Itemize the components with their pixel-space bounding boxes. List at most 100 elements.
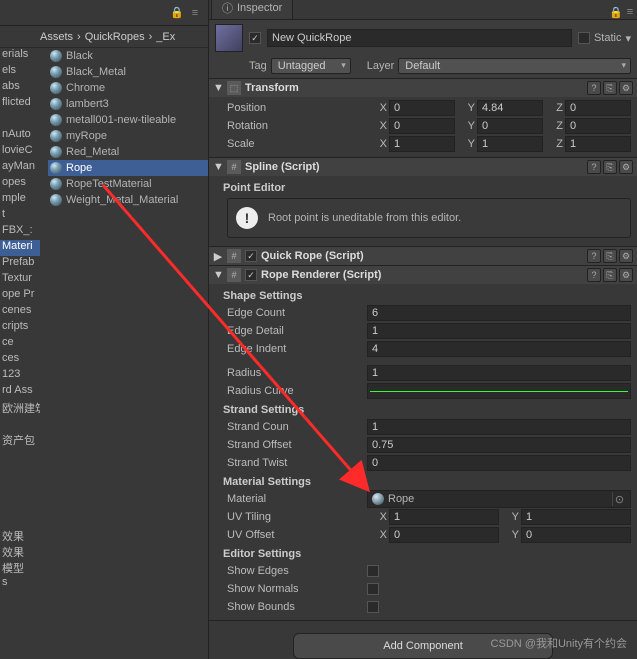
folder-item[interactable]: ces bbox=[0, 352, 40, 368]
tag-dropdown[interactable]: Untagged bbox=[271, 58, 351, 74]
folder-item[interactable]: rd Ass bbox=[0, 384, 40, 400]
lock-icon[interactable]: 🔒 bbox=[170, 6, 184, 20]
foldout-icon[interactable]: ▼ bbox=[213, 269, 223, 281]
folder-item[interactable] bbox=[0, 112, 40, 128]
foldout-icon[interactable]: ▼ bbox=[213, 82, 223, 94]
asset-item[interactable]: Chrome bbox=[48, 80, 208, 96]
breadcrumb-item[interactable]: Assets bbox=[40, 31, 73, 43]
folder-item[interactable]: nAuto bbox=[0, 128, 40, 144]
help-icon[interactable]: ? bbox=[587, 268, 601, 282]
edge-count-input[interactable] bbox=[367, 305, 631, 321]
folder-item[interactable]: abs bbox=[0, 80, 40, 96]
folder-item[interactable]: 资产包 bbox=[0, 432, 40, 448]
folder-tree[interactable]: erialselsabsflicted nAutolovieCayManopesm… bbox=[0, 48, 40, 592]
rotation-x-input[interactable] bbox=[389, 118, 455, 134]
strand-count-input[interactable] bbox=[367, 419, 631, 435]
preset-icon[interactable]: ⎘ bbox=[603, 268, 617, 282]
preset-icon[interactable]: ⎘ bbox=[603, 81, 617, 95]
preset-icon[interactable]: ⎘ bbox=[603, 160, 617, 174]
asset-item[interactable]: RopeTestMaterial bbox=[48, 176, 208, 192]
folder-item[interactable]: opes bbox=[0, 176, 40, 192]
asset-item[interactable]: Weight_Metal_Material bbox=[48, 192, 208, 208]
uv-tiling-x-input[interactable] bbox=[389, 509, 499, 525]
folder-item[interactable]: ce bbox=[0, 336, 40, 352]
folder-item[interactable] bbox=[0, 448, 40, 464]
asset-item[interactable]: metall001-new-tileable bbox=[48, 112, 208, 128]
gameobject-name-input[interactable] bbox=[267, 29, 572, 47]
foldout-icon[interactable]: ▼ bbox=[213, 161, 223, 173]
enabled-checkbox[interactable]: ✓ bbox=[249, 32, 261, 44]
panel-menu-icon[interactable]: ≡ bbox=[188, 6, 202, 20]
folder-item[interactable]: 欧洲建筑 bbox=[0, 400, 40, 416]
scale-x-input[interactable] bbox=[389, 136, 455, 152]
breadcrumb[interactable]: Assets › QuickRopes › _Ex bbox=[0, 26, 208, 48]
asset-item[interactable]: lambert3 bbox=[48, 96, 208, 112]
edge-detail-input[interactable] bbox=[367, 323, 631, 339]
folder-item[interactable]: 123 bbox=[0, 368, 40, 384]
folder-item[interactable]: Prefab bbox=[0, 256, 40, 272]
folder-item[interactable]: cenes bbox=[0, 304, 40, 320]
folder-item[interactable]: mple bbox=[0, 192, 40, 208]
asset-item[interactable]: Rope bbox=[48, 160, 208, 176]
rotation-y-input[interactable] bbox=[477, 118, 543, 134]
gear-icon[interactable]: ⚙ bbox=[619, 249, 633, 263]
radius-input[interactable] bbox=[367, 365, 631, 381]
component-enabled-checkbox[interactable]: ✓ bbox=[245, 269, 257, 281]
uv-offset-x-input[interactable] bbox=[389, 527, 499, 543]
folder-item[interactable]: 模型 bbox=[0, 560, 40, 576]
folder-item[interactable]: FBX_: bbox=[0, 224, 40, 240]
folder-item[interactable]: 效果 bbox=[0, 544, 40, 560]
position-x-input[interactable] bbox=[389, 100, 455, 116]
help-icon[interactable]: ? bbox=[587, 81, 601, 95]
asset-list[interactable]: BlackBlack_MetalChromelambert3metall001-… bbox=[48, 48, 208, 208]
strand-twist-input[interactable] bbox=[367, 455, 631, 471]
preset-icon[interactable]: ⎘ bbox=[603, 249, 617, 263]
panel-menu-icon[interactable]: ≡ bbox=[623, 5, 637, 19]
show-normals-checkbox[interactable] bbox=[367, 583, 379, 595]
static-toggle[interactable]: Static ▾ bbox=[578, 32, 631, 45]
asset-item[interactable]: Red_Metal bbox=[48, 144, 208, 160]
folder-item[interactable]: ope Pr bbox=[0, 288, 40, 304]
scale-z-input[interactable] bbox=[565, 136, 631, 152]
asset-item[interactable]: Black_Metal bbox=[48, 64, 208, 80]
edge-indent-input[interactable] bbox=[367, 341, 631, 357]
gear-icon[interactable]: ⚙ bbox=[619, 160, 633, 174]
folder-item[interactable] bbox=[0, 416, 40, 432]
breadcrumb-item[interactable]: QuickRopes bbox=[85, 31, 145, 43]
strand-offset-input[interactable] bbox=[367, 437, 631, 453]
folder-item[interactable]: lovieC bbox=[0, 144, 40, 160]
foldout-icon[interactable]: ▶ bbox=[213, 250, 223, 263]
uv-offset-y-input[interactable] bbox=[521, 527, 631, 543]
folder-item[interactable]: s bbox=[0, 576, 40, 592]
folder-item[interactable]: cripts bbox=[0, 320, 40, 336]
radius-curve-field[interactable] bbox=[367, 383, 631, 399]
chevron-down-icon[interactable]: ▾ bbox=[625, 32, 631, 45]
tab-inspector[interactable]: ⓘ Inspector bbox=[211, 0, 293, 19]
folder-item[interactable] bbox=[0, 464, 40, 480]
lock-icon[interactable]: 🔒 bbox=[609, 5, 623, 19]
object-picker-icon[interactable]: ⊙ bbox=[612, 492, 626, 506]
rotation-z-input[interactable] bbox=[565, 118, 631, 134]
help-icon[interactable]: ? bbox=[587, 160, 601, 174]
folder-item[interactable]: Textur bbox=[0, 272, 40, 288]
scale-y-input[interactable] bbox=[477, 136, 543, 152]
folder-item[interactable]: flicted bbox=[0, 96, 40, 112]
uv-tiling-y-input[interactable] bbox=[521, 509, 631, 525]
gear-icon[interactable]: ⚙ bbox=[619, 268, 633, 282]
folder-item[interactable]: ayMan bbox=[0, 160, 40, 176]
folder-item[interactable]: erials bbox=[0, 48, 40, 64]
material-object-field[interactable]: Rope ⊙ bbox=[367, 490, 631, 508]
breadcrumb-item[interactable]: _Ex bbox=[156, 31, 175, 43]
folder-item[interactable]: els bbox=[0, 64, 40, 80]
folder-item[interactable]: 效果 bbox=[0, 528, 40, 544]
folder-item[interactable] bbox=[0, 512, 40, 528]
folder-item[interactable] bbox=[0, 480, 40, 496]
help-icon[interactable]: ? bbox=[587, 249, 601, 263]
folder-item[interactable]: Materi bbox=[0, 240, 40, 256]
component-enabled-checkbox[interactable]: ✓ bbox=[245, 250, 257, 262]
static-checkbox[interactable] bbox=[578, 32, 590, 44]
show-bounds-checkbox[interactable] bbox=[367, 601, 379, 613]
gear-icon[interactable]: ⚙ bbox=[619, 81, 633, 95]
folder-item[interactable] bbox=[0, 496, 40, 512]
asset-item[interactable]: Black bbox=[48, 48, 208, 64]
